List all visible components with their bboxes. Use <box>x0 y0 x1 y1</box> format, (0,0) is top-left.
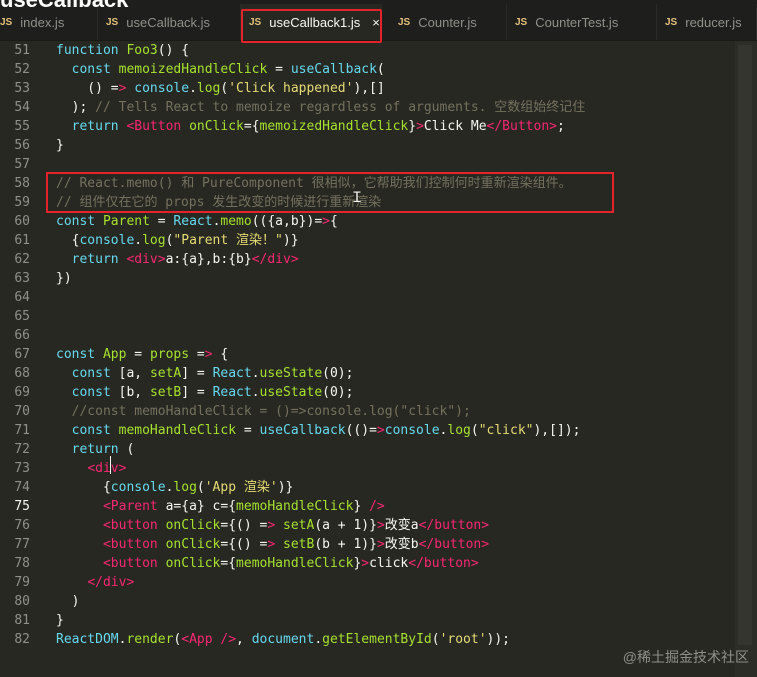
line-number: 79 <box>14 575 30 590</box>
code-line[interactable]: //const memoHandleClick = ()=>console.lo… <box>56 402 471 421</box>
tab-countertest-js[interactable]: JS CounterTest.js <box>507 4 657 40</box>
mouse-ibeam-icon: Ｉ <box>350 190 364 206</box>
line-number: 81 <box>14 613 30 628</box>
js-file-icon: JS <box>0 16 13 28</box>
code-line[interactable]: {console.log('App 渲染')} <box>56 478 293 497</box>
scrollbar-thumb[interactable] <box>738 45 752 645</box>
line-number: 64 <box>14 290 30 305</box>
line-number: 71 <box>14 423 30 438</box>
tab-highlight-box <box>241 9 382 43</box>
line-number: 68 <box>14 366 30 381</box>
code-line[interactable]: ReactDOM.render(<App />, document.getEle… <box>56 630 510 649</box>
line-number: 72 <box>14 442 30 457</box>
js-file-icon: JS <box>665 16 678 28</box>
tab-label: reducer.js <box>685 14 742 30</box>
comment-highlight-box <box>46 172 614 213</box>
js-file-icon: JS <box>398 16 411 28</box>
code-line[interactable]: <button onClick={() => setB(b + 1)}>改变b<… <box>56 535 489 554</box>
code-line[interactable]: const App = props => { <box>56 345 228 364</box>
line-number: 55 <box>14 119 30 134</box>
tab-counter-js[interactable]: JS Counter.js <box>390 4 507 40</box>
line-number: 63 <box>14 271 30 286</box>
line-number: 77 <box>14 537 30 552</box>
line-number: 70 <box>14 404 30 419</box>
line-number: 78 <box>14 556 30 571</box>
line-number: 73 <box>14 461 30 476</box>
code-line[interactable]: const Parent = React.memo(({a,b})=>{ <box>56 212 338 231</box>
code-line[interactable]: <button onClick={memoHandleClick}>click<… <box>56 554 479 573</box>
line-number: 75 <box>14 499 30 514</box>
code-line[interactable]: function Foo3() { <box>56 41 189 60</box>
code-line[interactable]: () => console.log('Click happened'),[] <box>56 79 384 98</box>
js-file-icon: JS <box>515 16 528 28</box>
code-line[interactable]: } <box>56 611 64 630</box>
page-title: useCallback <box>0 0 128 12</box>
line-number: 53 <box>14 81 30 96</box>
code-line[interactable]: const memoizedHandleClick = useCallback( <box>56 60 385 79</box>
line-number: 65 <box>14 309 30 324</box>
tab-label: CounterTest.js <box>535 14 619 30</box>
code-line[interactable]: <button onClick={() => setA(a + 1)}>改变a<… <box>56 516 489 535</box>
line-number: 74 <box>14 480 30 495</box>
line-number: 59 <box>14 195 30 210</box>
line-number: 58 <box>14 176 30 191</box>
line-number: 66 <box>14 328 30 343</box>
code-line[interactable]: {console.log("Parent 渲染！")} <box>56 231 299 250</box>
code-line[interactable]: <Parent a={a} c={memoHandleClick} /> <box>56 497 385 516</box>
code-line[interactable]: </div> <box>56 573 134 592</box>
line-number: 67 <box>14 347 30 362</box>
line-number: 57 <box>14 157 30 172</box>
code-line[interactable]: return <Button onClick={memoizedHandleCl… <box>56 117 565 136</box>
code-line[interactable]: }) <box>56 269 72 288</box>
line-number: 76 <box>14 518 30 533</box>
code-editor[interactable]: 51 52 53 54 55 56 57 58 59 60 61 62 63 64 65 66 67 68 69 70… <box>0 41 757 677</box>
line-number: 51 <box>14 43 30 58</box>
code-line[interactable]: } <box>56 136 64 155</box>
code-line[interactable]: const [a, setA] = React.useState(0); <box>56 364 354 383</box>
code-line[interactable]: return ( <box>56 440 135 459</box>
code-line[interactable]: const [b, setB] = React.useState(0); <box>56 383 354 402</box>
line-number: 52 <box>14 62 30 77</box>
line-number: 54 <box>14 100 30 115</box>
code-line[interactable]: <div> <box>56 459 126 478</box>
code-line[interactable]: const memoHandleClick = useCallback(()=>… <box>56 421 581 440</box>
line-number: 82 <box>14 632 30 647</box>
line-number: 60 <box>14 214 30 229</box>
code-line[interactable]: ); // Tells React to memoize regardless … <box>56 98 586 117</box>
line-number: 61 <box>14 233 30 248</box>
text-cursor <box>110 456 111 474</box>
tab-reducer-js[interactable]: JS reducer.js <box>657 4 757 40</box>
line-number: 62 <box>14 252 30 267</box>
watermark: @稀土掘金技术社区 <box>622 649 749 665</box>
tab-label: index.js <box>20 14 65 30</box>
code-line[interactable]: ) <box>56 592 80 611</box>
line-number: 69 <box>14 385 30 400</box>
line-number: 80 <box>14 594 30 609</box>
tab-label: Counter.js <box>418 14 477 30</box>
js-file-icon: JS <box>106 16 119 28</box>
tab-label: useCallback.js <box>126 14 211 30</box>
line-number: 56 <box>14 138 30 153</box>
code-line[interactable]: return <div>a:{a},b:{b}</div> <box>56 250 299 269</box>
